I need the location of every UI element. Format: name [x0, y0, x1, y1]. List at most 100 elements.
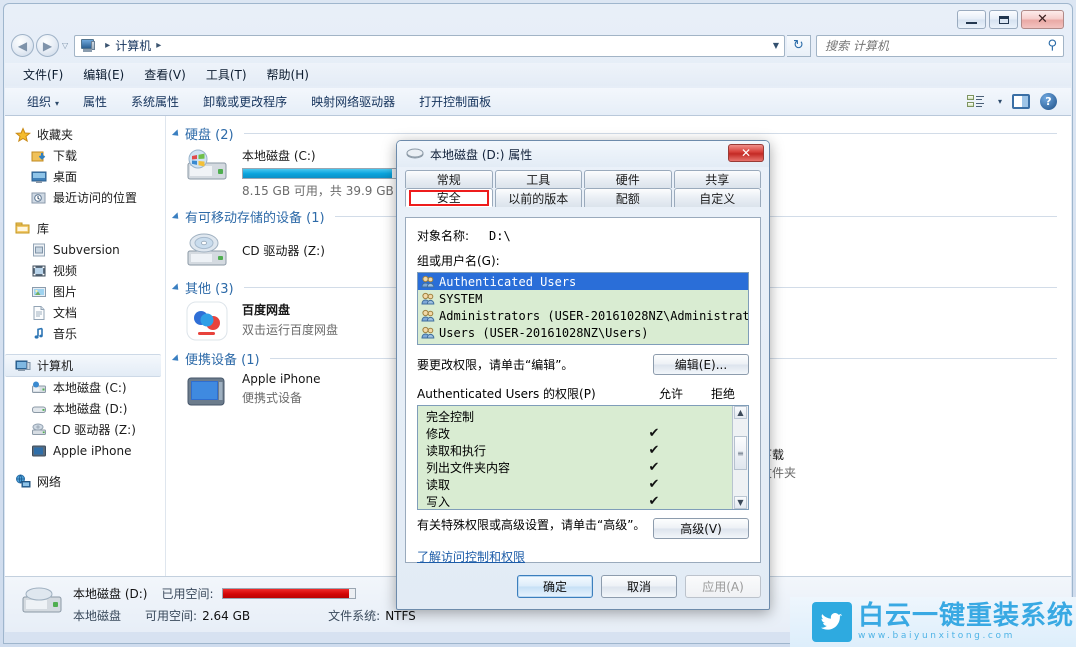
permissions-scrollbar[interactable]: ▲ ≡ ▼	[732, 406, 748, 509]
search-input[interactable]	[823, 38, 1047, 54]
tab-security[interactable]: 安全	[405, 188, 493, 207]
breadcrumb-item-computer[interactable]: 计算机	[115, 37, 151, 54]
sidebar-item-downloads[interactable]: 下载	[5, 145, 165, 166]
dialog-title: 本地磁盘 (D:) 属性	[430, 146, 532, 163]
organize-button[interactable]: 组织▾	[15, 90, 71, 113]
sidebar-group-favorites[interactable]: 收藏夹	[5, 124, 165, 145]
search-box[interactable]: ⚲	[816, 35, 1064, 57]
drive-properties-dialog[interactable]: 本地磁盘 (D:) 属性 ✕ 常规 工具 硬件 共享 安全 以前的版本 配额 自…	[396, 140, 770, 610]
sidebar-item-apple-iphone[interactable]: Apple iPhone	[5, 440, 165, 461]
sidebar-item-desktop[interactable]: 桌面	[5, 166, 165, 187]
list-item[interactable]: Users (USER-20161028NZ\Users)	[418, 324, 748, 341]
ok-button[interactable]: 确定	[517, 575, 593, 598]
minimize-button[interactable]	[957, 10, 986, 29]
downloads-icon	[31, 148, 47, 164]
edit-button[interactable]: 编辑(E)...	[653, 354, 749, 375]
network-icon	[15, 474, 31, 490]
properties-button[interactable]: 属性	[71, 90, 119, 113]
collapse-triangle-icon[interactable]	[172, 354, 181, 363]
sidebar-group-computer[interactable]: 计算机	[5, 354, 161, 377]
sidebar-group-network[interactable]: 网络	[5, 471, 165, 492]
collapse-triangle-icon[interactable]	[172, 212, 181, 221]
menu-file[interactable]: 文件(F)	[13, 64, 73, 85]
sidebar-item-recent-places[interactable]: 最近访问的位置	[5, 187, 165, 208]
tab-previous-versions[interactable]: 以前的版本	[495, 188, 583, 207]
navigation-pane[interactable]: 收藏夹 下载 桌面 最近访问的位置	[5, 116, 166, 576]
uninstall-change-program-button[interactable]: 卸载或更改程序	[191, 90, 299, 113]
sidebar-item-subversion[interactable]: Subversion	[5, 239, 165, 260]
history-dropdown-icon[interactable]: ▽	[62, 41, 68, 50]
map-network-drive-button[interactable]: 映射网络驱动器	[299, 90, 407, 113]
open-control-panel-button[interactable]: 打开控制面板	[407, 90, 503, 113]
breadcrumb[interactable]: ▸ 计算机 ▸ ▼	[74, 35, 785, 57]
collapse-triangle-icon[interactable]	[172, 129, 181, 138]
table-row[interactable]: 读取 ✔	[418, 476, 732, 493]
list-item[interactable]: SYSTEM	[418, 290, 748, 307]
allow-check[interactable]: ✔	[628, 460, 680, 475]
table-row[interactable]: 完全控制	[418, 408, 732, 425]
system-properties-button[interactable]: 系统属性	[119, 90, 191, 113]
back-button[interactable]: ◀	[11, 34, 34, 57]
menu-view[interactable]: 查看(V)	[134, 64, 196, 85]
scroll-down-icon[interactable]: ▼	[734, 496, 747, 509]
permissions-rows: 完全控制 修改 ✔ 读取和执行 ✔	[418, 406, 732, 509]
table-row[interactable]: 列出文件夹内容 ✔	[418, 459, 732, 476]
sidebar-item-cd-drive[interactable]: CD 驱动器 (Z:)	[5, 419, 165, 440]
refresh-button[interactable]: ↻	[787, 35, 811, 57]
menu-edit[interactable]: 编辑(E)	[73, 64, 134, 85]
edit-hint-row: 要更改权限，请单击“编辑”。 编辑(E)...	[417, 354, 749, 375]
address-bar: ◀ ▶ ▽ ▸ 计算机 ▸ ▼ ↻ ⚲	[5, 31, 1071, 60]
change-view-icon[interactable]	[967, 95, 984, 109]
tab-hardware[interactable]: 硬件	[584, 170, 672, 188]
tab-quota[interactable]: 配额	[584, 188, 672, 207]
allow-check[interactable]: ✔	[628, 477, 680, 492]
permission-name: 写入	[418, 493, 628, 510]
breadcrumb-separator-icon: ▸	[105, 40, 110, 51]
scrollbar-thumb[interactable]: ≡	[734, 436, 747, 470]
breadcrumb-dropdown-icon[interactable]: ▼	[773, 41, 779, 50]
sidebar-item-documents[interactable]: 文档	[5, 302, 165, 323]
permissions-list[interactable]: 完全控制 修改 ✔ 读取和执行 ✔	[417, 405, 749, 510]
sidebar-item-drive-c[interactable]: 本地磁盘 (C:)	[5, 377, 165, 398]
forward-button[interactable]: ▶	[36, 34, 59, 57]
tab-customize[interactable]: 自定义	[674, 188, 762, 207]
table-row[interactable]: 写入 ✔	[418, 493, 732, 510]
advanced-button[interactable]: 高级(V)	[653, 518, 749, 539]
sidebar-item-videos[interactable]: 视频	[5, 260, 165, 281]
tab-tools[interactable]: 工具	[495, 170, 583, 188]
allow-check[interactable]: ✔	[628, 426, 680, 441]
breadcrumb-separator-icon[interactable]: ▸	[156, 40, 161, 51]
menu-help[interactable]: 帮助(H)	[257, 64, 319, 85]
highlight-rectangle	[409, 190, 489, 206]
tab-general[interactable]: 常规	[405, 170, 493, 188]
allow-check[interactable]: ✔	[628, 443, 680, 458]
sidebar-item-drive-d[interactable]: 本地磁盘 (D:)	[5, 398, 165, 419]
sidebar-label: 图片	[53, 283, 77, 300]
view-chevron-down-icon[interactable]: ▾	[998, 97, 1002, 106]
learn-about-access-control-link[interactable]: 了解访问控制和权限	[417, 548, 525, 565]
apply-button[interactable]: 应用(A)	[685, 575, 761, 598]
group-title: 有可移动存储的设备 (1)	[185, 207, 325, 226]
table-row[interactable]: 读取和执行 ✔	[418, 442, 732, 459]
help-icon[interactable]: ?	[1040, 93, 1057, 110]
scroll-up-icon[interactable]: ▲	[734, 406, 747, 419]
list-item[interactable]: Administrators (USER-20161028NZ\Administ…	[418, 307, 748, 324]
allow-check[interactable]: ✔	[628, 494, 680, 509]
close-button[interactable]: ✕	[1021, 10, 1064, 29]
cancel-button[interactable]: 取消	[601, 575, 677, 598]
dialog-close-button[interactable]: ✕	[728, 144, 764, 162]
list-item[interactable]: Authenticated Users	[418, 273, 748, 290]
sidebar-item-pictures[interactable]: 图片	[5, 281, 165, 302]
menu-tools[interactable]: 工具(T)	[196, 64, 257, 85]
collapse-triangle-icon[interactable]	[172, 283, 181, 292]
tab-sharing[interactable]: 共享	[674, 170, 762, 188]
maximize-button[interactable]	[989, 10, 1018, 29]
table-row[interactable]: 修改 ✔	[418, 425, 732, 442]
principals-list[interactable]: Authenticated Users SYSTEM Administrator…	[417, 272, 749, 345]
preview-pane-icon[interactable]	[1012, 94, 1030, 109]
sidebar-group-libraries[interactable]: 库	[5, 218, 165, 239]
status-bar-text: 本地磁盘 (D:) 已用空间: 总大 本地磁盘 可用空间: 2.64 GB 文件…	[73, 585, 422, 624]
sidebar-item-music[interactable]: 音乐	[5, 323, 165, 344]
dialog-buttons: 确定 取消 应用(A)	[405, 571, 761, 601]
tab-row-top: 常规 工具 硬件 共享	[405, 170, 761, 188]
